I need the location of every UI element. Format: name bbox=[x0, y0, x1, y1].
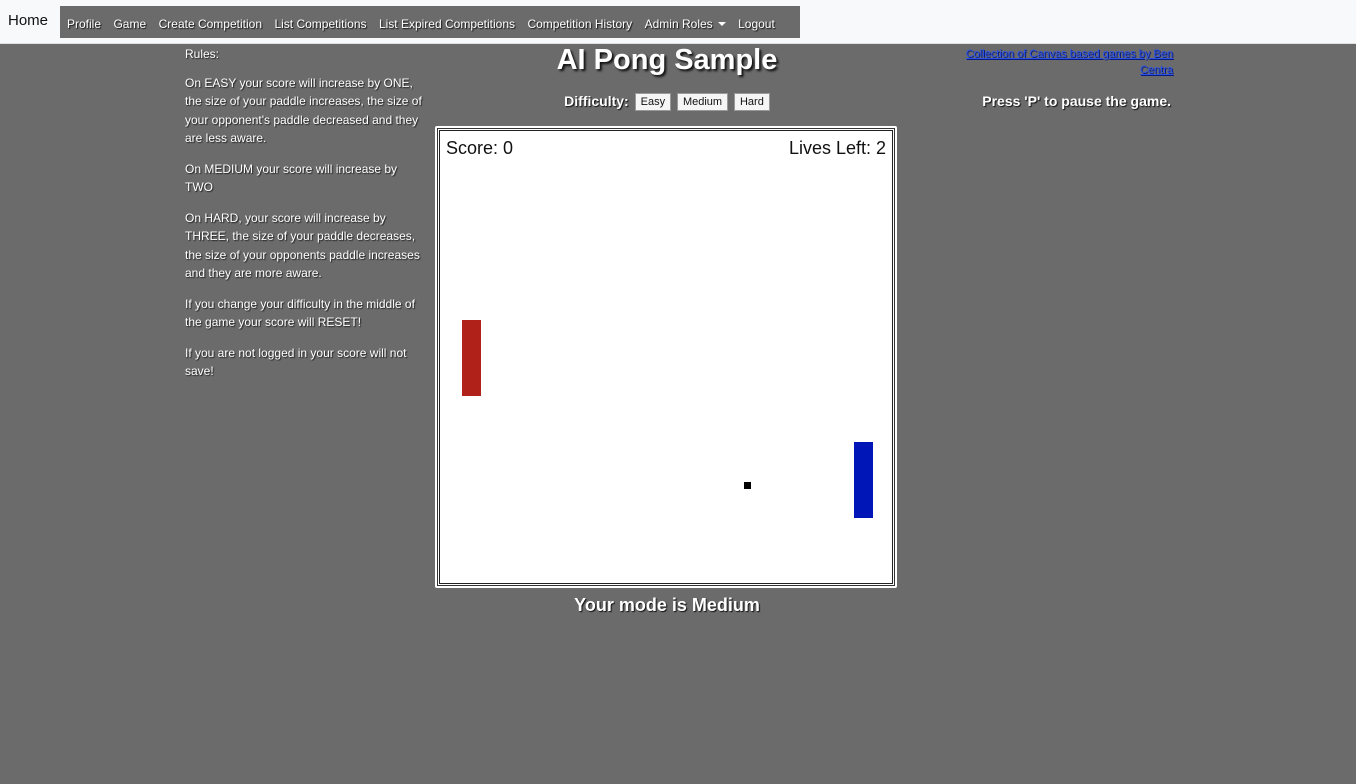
game-canvas[interactable]: Score: 0 Lives Left: 2 bbox=[435, 126, 897, 588]
rule-easy: On EASY your score will increase by ONE,… bbox=[185, 75, 422, 146]
score-display: Score: 0 bbox=[446, 138, 514, 158]
medium-button[interactable]: Medium bbox=[676, 93, 729, 111]
player-paddle bbox=[462, 320, 481, 396]
nav-competition-history[interactable]: Competition History bbox=[527, 17, 632, 31]
lives-display: Lives Left: 2 bbox=[788, 138, 886, 158]
nav-admin-roles-dropdown[interactable]: Admin Roles bbox=[645, 17, 726, 31]
rules-panel: Rules: On EASY your score will increase … bbox=[185, 45, 423, 393]
game-field: Score: 0 Lives Left: 2 bbox=[439, 130, 893, 584]
rule-login: If you are not logged in your score will… bbox=[185, 345, 407, 379]
nav-game[interactable]: Game bbox=[113, 17, 146, 31]
navbar: Home Profile Game Create Competition Lis… bbox=[0, 0, 1356, 44]
difficulty-selector: Difficulty: Easy Medium Hard bbox=[437, 93, 897, 111]
nav-create-competition[interactable]: Create Competition bbox=[159, 17, 262, 31]
admin-roles-label: Admin Roles bbox=[644, 17, 713, 31]
mode-status: Your mode is Medium bbox=[574, 595, 760, 615]
nav-list-competitions[interactable]: List Competitions bbox=[274, 17, 366, 31]
nav-list-expired-competitions[interactable]: List Expired Competitions bbox=[379, 17, 515, 31]
rule-hard: On HARD, your score will increase by THR… bbox=[185, 210, 420, 281]
nav-profile[interactable]: Profile bbox=[67, 17, 101, 31]
hard-button[interactable]: Hard bbox=[733, 93, 770, 111]
rule-medium: On MEDIUM your score will increase by TW… bbox=[185, 161, 398, 195]
collection-link[interactable]: Collection of Canvas based games by Ben … bbox=[930, 46, 1173, 78]
caret-down-icon bbox=[717, 22, 726, 26]
home-link[interactable]: Home bbox=[8, 12, 48, 29]
nav-logout[interactable]: Logout bbox=[738, 17, 775, 31]
ball bbox=[744, 482, 751, 489]
pause-hint: Press 'P' to pause the game. bbox=[982, 93, 1171, 109]
opponent-paddle bbox=[854, 442, 873, 518]
nav-menu: Profile Game Create Competition List Com… bbox=[60, 6, 800, 38]
difficulty-label: Difficulty: bbox=[564, 93, 629, 109]
easy-button[interactable]: Easy bbox=[634, 93, 672, 111]
rule-reset: If you change your difficulty in the mid… bbox=[185, 296, 415, 330]
game-title: AI Pong Sample bbox=[556, 44, 778, 76]
rules-heading: Rules: bbox=[185, 47, 220, 61]
